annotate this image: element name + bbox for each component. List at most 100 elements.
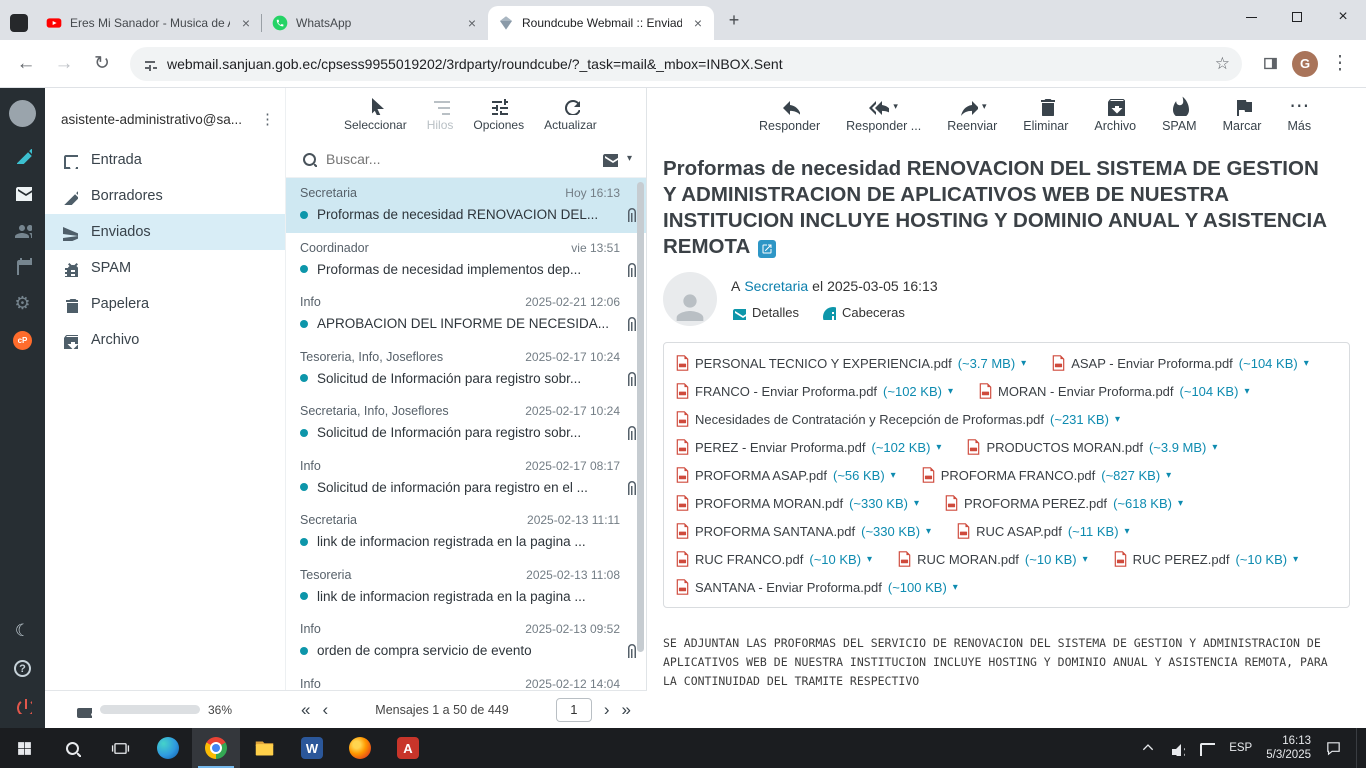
- headers-toggle[interactable]: Cabeceras: [842, 305, 905, 320]
- message-row[interactable]: Tesoreria2025-02-13 11:08 link de inform…: [286, 560, 646, 615]
- attachment-item[interactable]: PROFORMA ASAP.pdf(~56 KB)▾: [676, 465, 896, 485]
- contacts-icon[interactable]: [14, 220, 32, 238]
- attachment-caret-icon[interactable]: ▾: [1304, 358, 1309, 369]
- mail-icon[interactable]: [14, 183, 32, 201]
- dark-mode-icon[interactable]: ☾: [15, 621, 30, 641]
- spam-button[interactable]: SPAM: [1162, 96, 1197, 133]
- refresh-button[interactable]: ↻: [86, 48, 118, 80]
- attachment-item[interactable]: MORAN - Enviar Proforma.pdf(~104 KB)▾: [979, 381, 1249, 401]
- back-button[interactable]: ←: [10, 48, 42, 80]
- forward-button[interactable]: ▾ Reenviar: [947, 96, 997, 133]
- attachment-item[interactable]: PROFORMA PEREZ.pdf(~618 KB)▾: [945, 493, 1183, 513]
- attachment-item[interactable]: PROFORMA FRANCO.pdf(~827 KB)▾: [922, 465, 1172, 485]
- message-row[interactable]: Tesoreria, Info, Joseflores2025-02-17 10…: [286, 342, 646, 397]
- last-page-icon[interactable]: »: [622, 700, 631, 720]
- attachment-caret-icon[interactable]: ▾: [1115, 414, 1120, 425]
- attachment-caret-icon[interactable]: ▾: [1293, 554, 1298, 565]
- taskbar-search-icon[interactable]: [48, 728, 96, 768]
- help-icon[interactable]: ?: [14, 660, 31, 677]
- window-maximize-button[interactable]: [1274, 0, 1320, 34]
- network-icon[interactable]: [1199, 740, 1215, 756]
- tray-expand-chevron-icon[interactable]: [1141, 741, 1155, 755]
- tab-roundcube[interactable]: Roundcube Webmail :: Enviados ×: [488, 6, 714, 40]
- details-toggle[interactable]: Detalles: [752, 305, 799, 320]
- attachment-caret-icon[interactable]: ▾: [867, 554, 872, 565]
- message-row[interactable]: Secretaria, Info, Joseflores2025-02-17 1…: [286, 396, 646, 451]
- attachment-caret-icon[interactable]: ▾: [953, 582, 958, 593]
- compose-icon[interactable]: [14, 146, 32, 164]
- browser-menu-icon[interactable]: ⋮: [1324, 48, 1356, 80]
- show-desktop-strip[interactable]: [1356, 728, 1360, 768]
- next-page-icon[interactable]: ›: [604, 700, 610, 720]
- acrobat-icon[interactable]: A: [384, 728, 432, 768]
- attachment-caret-icon[interactable]: ▾: [1125, 526, 1130, 537]
- threads-button[interactable]: Hilos: [427, 96, 454, 132]
- attachment-caret-icon[interactable]: ▾: [1244, 386, 1249, 397]
- attachment-item[interactable]: RUC FRANCO.pdf(~10 KB)▾: [676, 549, 872, 569]
- site-info-icon[interactable]: [142, 56, 157, 71]
- attachment-item[interactable]: PROFORMA MORAN.pdf(~330 KB)▾: [676, 493, 919, 513]
- tab-close-icon[interactable]: ×: [464, 15, 480, 31]
- folder-papelera[interactable]: Papelera: [45, 286, 285, 322]
- attachment-item[interactable]: RUC ASAP.pdf(~11 KB)▾: [957, 521, 1130, 541]
- delete-button[interactable]: Eliminar: [1023, 96, 1068, 133]
- message-row[interactable]: Info2025-02-21 12:06 APROBACION DEL INFO…: [286, 287, 646, 342]
- attachment-item[interactable]: ASAP - Enviar Proforma.pdf(~104 KB)▾: [1052, 353, 1309, 373]
- attachment-caret-icon[interactable]: ▾: [1021, 358, 1026, 369]
- archive-button[interactable]: Archivo: [1094, 96, 1136, 133]
- attachment-item[interactable]: PERSONAL TECNICO Y EXPERIENCIA.pdf(~3.7 …: [676, 353, 1026, 373]
- attachment-item[interactable]: Necesidades de Contratación y Recepción …: [676, 409, 1120, 429]
- address-bar[interactable]: webmail.sanjuan.gob.ec/cpsess9955019202/…: [130, 47, 1242, 81]
- logout-power-icon[interactable]: [14, 696, 32, 714]
- attachment-item[interactable]: PRODUCTOS MORAN.pdf(~3.9 MB)▾: [967, 437, 1217, 457]
- attachment-caret-icon[interactable]: ▾: [1212, 442, 1217, 453]
- message-row[interactable]: Secretaria2025-02-13 11:11 link de infor…: [286, 505, 646, 560]
- attachment-caret-icon[interactable]: ▾: [936, 442, 941, 453]
- bookmark-star-icon[interactable]: ☆: [1215, 54, 1230, 74]
- open-in-new-window-icon[interactable]: [758, 240, 776, 258]
- first-page-icon[interactable]: «: [301, 700, 310, 720]
- search-input[interactable]: [326, 151, 592, 167]
- attachment-item[interactable]: PROFORMA SANTANA.pdf(~330 KB)▾: [676, 521, 931, 541]
- attachment-caret-icon[interactable]: ▾: [926, 526, 931, 537]
- chrome-icon[interactable]: [192, 728, 240, 768]
- refresh-list-button[interactable]: Actualizar: [544, 96, 597, 132]
- select-button[interactable]: Seleccionar: [344, 96, 407, 132]
- mark-button[interactable]: Marcar: [1223, 96, 1262, 133]
- folder-borradores[interactable]: Borradores: [45, 178, 285, 214]
- attachment-caret-icon[interactable]: ▾: [1083, 554, 1088, 565]
- attachment-caret-icon[interactable]: ▾: [1178, 498, 1183, 509]
- message-row[interactable]: Info2025-02-12 14:04: [286, 669, 646, 691]
- attachment-item[interactable]: FRANCO - Enviar Proforma.pdf(~102 KB)▾: [676, 381, 953, 401]
- prev-page-icon[interactable]: ‹: [322, 700, 328, 720]
- message-row[interactable]: Info2025-02-17 08:17 Solicitud de inform…: [286, 451, 646, 506]
- message-row[interactable]: SecretariaHoy 16:13 Proformas de necesid…: [286, 178, 646, 233]
- edge-icon[interactable]: [144, 728, 192, 768]
- search-options-caret-icon[interactable]: ▾: [627, 153, 632, 164]
- forward-button[interactable]: →: [48, 48, 80, 80]
- forward-caret-icon[interactable]: ▾: [982, 101, 987, 112]
- attachment-item[interactable]: RUC PEREZ.pdf(~10 KB)▾: [1114, 549, 1299, 569]
- calendar-icon[interactable]: [14, 257, 32, 275]
- window-close-button[interactable]: ×: [1320, 0, 1366, 34]
- search-scope-mail-icon[interactable]: [601, 150, 618, 167]
- attachment-caret-icon[interactable]: ▾: [1166, 470, 1171, 481]
- folder-entrada[interactable]: Entrada: [45, 142, 285, 178]
- attachment-item[interactable]: RUC MORAN.pdf(~10 KB)▾: [898, 549, 1088, 569]
- settings-gear-icon[interactable]: ⚙: [14, 294, 30, 312]
- side-panel-icon[interactable]: [1254, 48, 1286, 80]
- firefox-icon[interactable]: [336, 728, 384, 768]
- recipient-link[interactable]: Secretaria: [744, 278, 808, 294]
- attachment-item[interactable]: PEREZ - Enviar Proforma.pdf(~102 KB)▾: [676, 437, 941, 457]
- reply-all-caret-icon[interactable]: ▾: [893, 101, 898, 112]
- tab-whatsapp[interactable]: WhatsApp ×: [262, 6, 488, 40]
- file-explorer-icon[interactable]: [240, 728, 288, 768]
- more-button[interactable]: ⋯ Más: [1287, 96, 1311, 133]
- options-button[interactable]: Opciones: [473, 96, 524, 132]
- cpanel-icon[interactable]: cP: [13, 331, 32, 350]
- folder-archivo[interactable]: Archivo: [45, 322, 285, 358]
- url-text[interactable]: webmail.sanjuan.gob.ec/cpsess9955019202/…: [167, 56, 1205, 72]
- reply-all-button[interactable]: ▾ Responder ...: [846, 96, 921, 133]
- task-view-icon[interactable]: [96, 728, 144, 768]
- attachment-caret-icon[interactable]: ▾: [914, 498, 919, 509]
